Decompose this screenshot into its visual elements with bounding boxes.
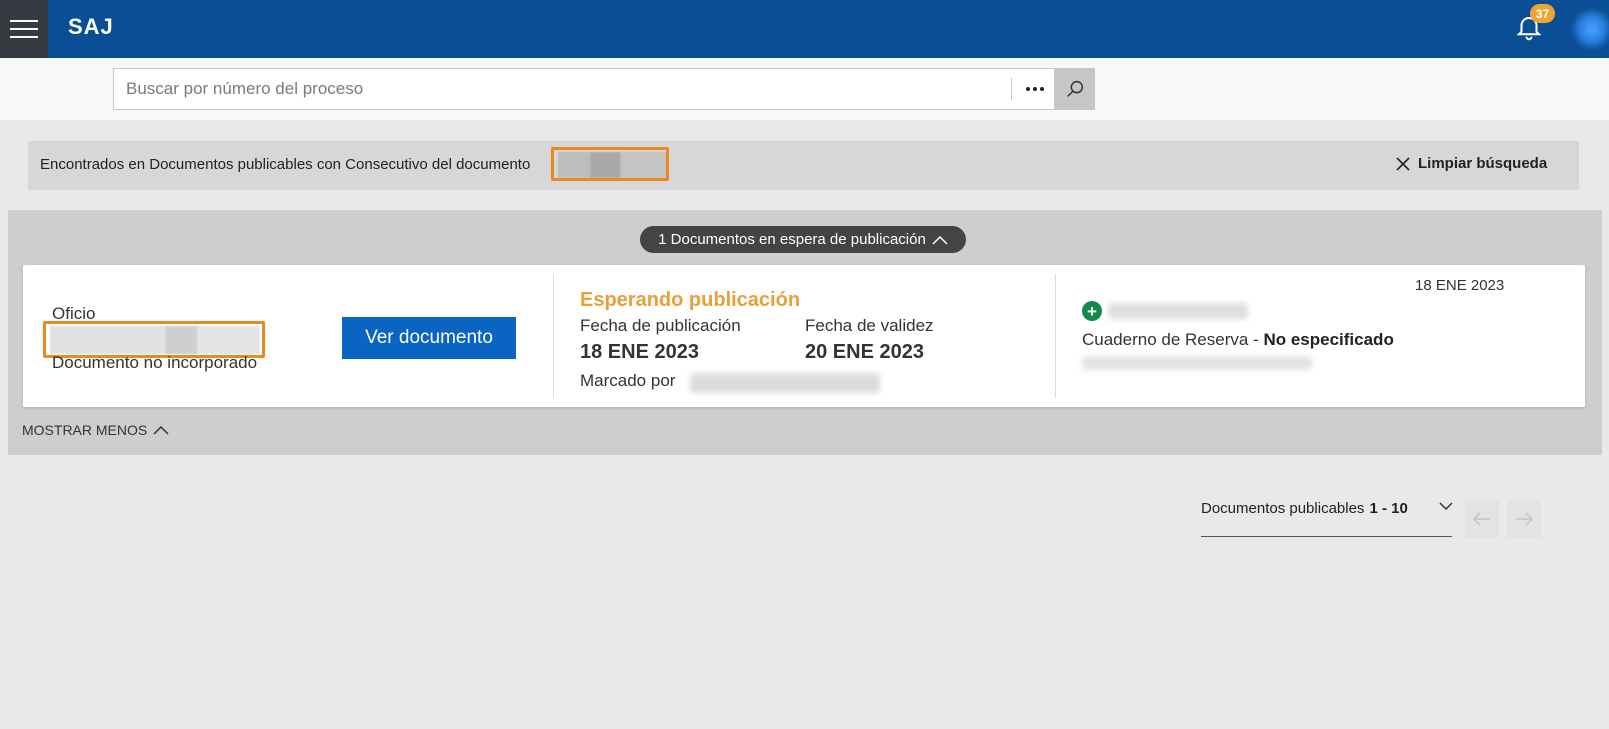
hamburger-menu-button[interactable]: [0, 0, 48, 58]
arrow-right-icon: [1516, 512, 1533, 526]
clear-search-label: Limpiar búsqueda: [1418, 155, 1548, 172]
top-bar: [0, 0, 1609, 58]
chevron-up-icon: [153, 425, 169, 435]
dot-icon: [1040, 87, 1044, 91]
clear-search-button[interactable]: Limpiar búsqueda: [1396, 155, 1547, 172]
search-results-text: Encontrados en Documentos publicables co…: [40, 156, 531, 173]
close-icon: [1396, 156, 1410, 171]
publication-date-value: 18 ENE 2023: [580, 341, 699, 363]
pagination-range: 1 - 10: [1369, 500, 1408, 517]
card-date: 18 ENE 2023: [1415, 277, 1505, 294]
brand-logo[interactable]: SAJ: [68, 14, 114, 40]
marked-by-label: Marcado por: [580, 371, 676, 390]
show-less-label: MOSTRAR MENOS: [22, 422, 148, 438]
redacted-name: [1108, 303, 1248, 319]
chevron-down-icon: [1439, 502, 1453, 511]
search-icon: [1067, 80, 1084, 97]
cuaderno-info: Cuaderno de Reserva - No especificado: [1082, 330, 1394, 350]
search-strip: [0, 58, 1609, 120]
validity-date-value: 20 ENE 2023: [805, 341, 924, 363]
pagination-select[interactable]: Documentos publicables 1 - 10: [1201, 500, 1453, 537]
pending-publication-toggle[interactable]: 1 Documentos en espera de publicación: [640, 226, 966, 253]
pending-label: 1 Documentos en espera de publicación: [658, 231, 926, 248]
chevron-up-icon: [932, 235, 948, 245]
arrow-left-icon: [1473, 512, 1490, 526]
notification-count-badge: 37: [1530, 4, 1555, 23]
hamburger-line: [10, 36, 38, 38]
pagination-label: Documentos publicables: [1201, 500, 1365, 517]
card-divider: [553, 274, 554, 398]
hamburger-line: [10, 28, 38, 30]
hamburger-line: [10, 20, 38, 22]
highlight-box: [551, 147, 669, 181]
search-button[interactable]: [1055, 68, 1095, 110]
next-page-button[interactable]: [1507, 500, 1541, 538]
search-separator: [1011, 78, 1012, 100]
dot-icon: [1033, 87, 1037, 91]
plus-icon[interactable]: +: [1082, 301, 1102, 321]
cuaderno-value: No especificado: [1263, 330, 1394, 349]
cuaderno-label: Cuaderno de Reserva -: [1082, 330, 1259, 349]
dot-icon: [1026, 87, 1030, 91]
search-results-bar: Encontrados en Documentos publicables co…: [28, 141, 1579, 190]
document-status: Documento no incorporado: [52, 353, 258, 372]
redacted-marked-by: [690, 373, 880, 393]
more-options-button[interactable]: [1016, 69, 1054, 109]
search-box: [113, 68, 1055, 110]
publication-status-title: Esperando publicación: [580, 289, 801, 311]
user-avatar[interactable]: [1572, 9, 1609, 49]
view-document-button[interactable]: Ver documento: [342, 317, 516, 359]
previous-page-button[interactable]: [1465, 500, 1499, 538]
validity-date-label: Fecha de validez: [805, 316, 934, 335]
redacted-details: [1082, 356, 1312, 370]
show-less-button[interactable]: MOSTRAR MENOS: [22, 422, 169, 438]
card-divider: [1055, 274, 1056, 398]
publication-date-label: Fecha de publicación: [580, 316, 741, 335]
search-input[interactable]: [126, 69, 1006, 109]
